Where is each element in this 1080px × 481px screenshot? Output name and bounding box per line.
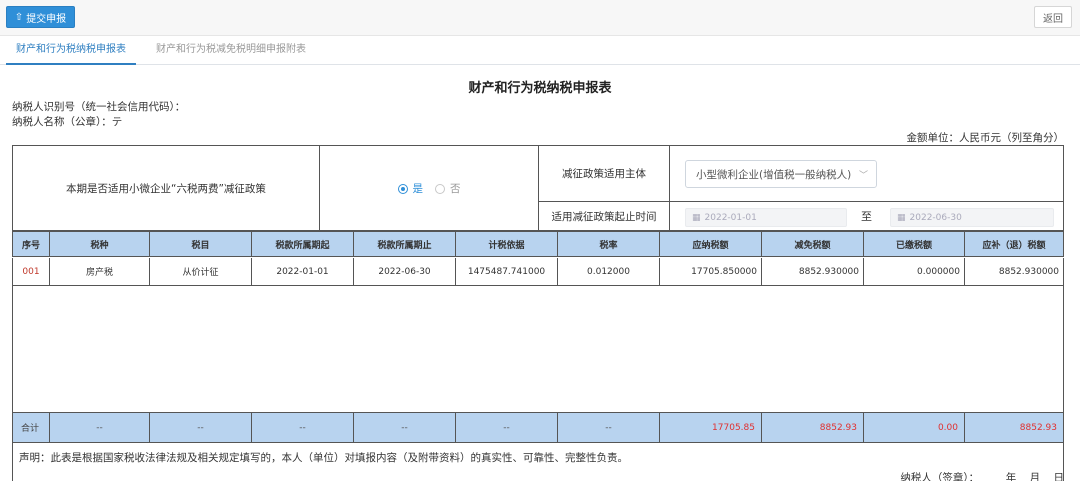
- policy-radio-group: 是 否: [320, 146, 539, 231]
- total-cell: --: [150, 413, 252, 442]
- amount-unit: 金额单位：人民币元（列至角分）: [906, 132, 1065, 144]
- col-header: 计税依据: [456, 232, 558, 256]
- start-date-input[interactable]: ▦ 2022-01-01: [685, 208, 847, 227]
- taxpayer-name-label: 纳税人名称（公章）：: [12, 116, 112, 128]
- cell-tax-rate: 0.012000: [558, 258, 660, 285]
- policy-details: 减征政策适用主体 小型微利企业(增值税一般纳税人) ﹀ 适用减征政策起止时间 ▦…: [539, 146, 1064, 231]
- chevron-down-icon: ﹀: [858, 171, 868, 181]
- cell-tax-item: 从价计征: [150, 258, 252, 285]
- col-header: 应补（退）税额: [982, 240, 1046, 251]
- cell-tax-due: 8852.930000: [998, 266, 1059, 277]
- col-header: 减免税额: [762, 232, 864, 256]
- total-cell: --: [354, 413, 456, 442]
- taxpayer-name-value: テ: [111, 116, 123, 128]
- date-range-separator: 至: [861, 210, 872, 223]
- policy-subject-row: 减征政策适用主体 小型微利企业(增值税一般纳税人) ﹀: [539, 146, 1064, 202]
- calendar-icon: ▦: [692, 212, 701, 223]
- policy-period-row: 适用减征政策起止时间 ▦ 2022-01-01 至 ▦ 2022-06-30: [539, 202, 1064, 231]
- total-label: 合计: [13, 413, 50, 442]
- table-total-row: 合计 -- -- -- -- -- -- 17705.85 8852.93 0.…: [12, 412, 1064, 443]
- col-header: 税目: [150, 232, 252, 256]
- policy-section: 本期是否适用小微企业“六税两费”减征政策 是 否 减征政策适用主体 小型微利企业…: [12, 145, 1064, 231]
- table-header: 序号 税种 税目 税款所属期起 税款所属期止 计税依据 税率 应纳税额 减免税额…: [12, 231, 1064, 257]
- policy-subject-value: 小型微利企业(增值税一般纳税人): [696, 168, 852, 181]
- total-cell: --: [456, 413, 558, 442]
- policy-subject-select[interactable]: 小型微利企业(增值税一般纳税人) ﹀: [685, 160, 877, 188]
- cell-tax-type: 房产税: [50, 258, 150, 285]
- col-header: 序号: [13, 232, 50, 256]
- total-tax-paid: 0.00: [864, 413, 965, 442]
- tab-tax-return[interactable]: 财产和行为税纳税申报表: [6, 37, 136, 65]
- submit-button-label: 提交申报: [26, 13, 67, 25]
- end-date-input[interactable]: ▦ 2022-06-30: [890, 208, 1054, 227]
- total-cell: --: [50, 413, 150, 442]
- col-header: 税款所属期起: [252, 232, 354, 256]
- col-header: 税种: [50, 232, 150, 256]
- total-tax-due: 8852.93: [1019, 422, 1057, 433]
- end-date-value: 2022-06-30: [909, 212, 962, 223]
- taxpayer-id-label: 纳税人识别号（统一社会信用代码）：: [12, 101, 186, 113]
- start-date-value: 2022-01-01: [704, 212, 757, 223]
- page-title: 财产和行为税纳税申报表: [468, 81, 612, 96]
- col-header: 应纳税额: [660, 232, 762, 256]
- calendar-icon: ▦: [897, 212, 906, 223]
- submit-button[interactable]: ⇧ 提交申报: [6, 6, 75, 28]
- radio-no[interactable]: 否: [435, 181, 461, 196]
- table-row[interactable]: 001 房产税 从价计征 2022-01-01 2022-06-30 14754…: [12, 258, 1064, 286]
- total-cell: --: [558, 413, 660, 442]
- signature-line: 纳税人（签章）： 年 月 日: [900, 472, 1064, 481]
- total-cell: --: [252, 413, 354, 442]
- radio-yes[interactable]: 是: [397, 181, 424, 196]
- tab-relief-schedule[interactable]: 财产和行为税减免税明细申报附表: [146, 37, 316, 65]
- cell-tax-base: 1475487.741000: [456, 258, 558, 285]
- top-toolbar: ⇧ 提交申报 返回: [0, 0, 1080, 36]
- total-tax-payable: 17705.85: [660, 413, 762, 442]
- upload-icon: ⇧: [14, 11, 24, 23]
- radio-checked-icon: [397, 183, 408, 194]
- cell-tax-relief: 8852.930000: [762, 258, 864, 285]
- radio-no-label: 否: [450, 183, 461, 195]
- col-header: 税率: [558, 232, 660, 256]
- back-button[interactable]: 返回: [1034, 6, 1072, 28]
- tab-bar: 财产和行为税纳税申报表 财产和行为税减免税明细申报附表: [0, 37, 1080, 65]
- cell-period-end: 2022-06-30: [354, 258, 456, 285]
- policy-question: 本期是否适用小微企业“六税两费”减征政策: [13, 146, 320, 231]
- cell-seq: 001: [13, 258, 50, 285]
- table-empty-area: [12, 286, 1064, 412]
- radio-yes-label: 是: [412, 183, 424, 195]
- cell-tax-payable: 17705.850000: [660, 258, 762, 285]
- cell-period-start: 2022-01-01: [252, 258, 354, 285]
- radio-unchecked-icon: [435, 183, 445, 194]
- total-tax-relief: 8852.93: [762, 413, 864, 442]
- policy-subject-label: 减征政策适用主体: [539, 146, 670, 201]
- col-header: 已缴税额: [864, 232, 965, 256]
- col-header: 税款所属期止: [354, 232, 456, 256]
- cell-tax-paid: 0.000000: [864, 258, 965, 285]
- taxpayer-name-row: 纳税人名称（公章）：テ: [12, 114, 122, 129]
- policy-period-label: 适用减征政策起止时间: [539, 202, 670, 231]
